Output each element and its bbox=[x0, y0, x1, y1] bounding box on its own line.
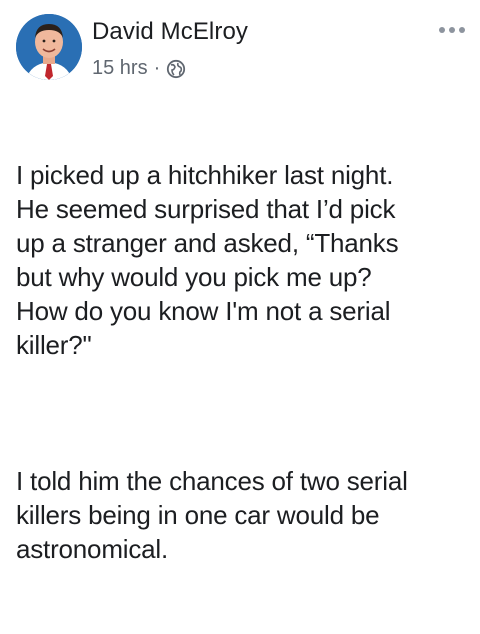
more-options-icon[interactable] bbox=[438, 22, 466, 33]
post-header: David McElroy 15 hrs · bbox=[16, 14, 470, 84]
author-name[interactable]: David McElroy bbox=[92, 18, 248, 46]
post-paragraph: I picked up a hitchhiker last night. He … bbox=[16, 160, 399, 360]
post-timestamp[interactable]: 15 hrs bbox=[92, 57, 148, 80]
post-meta: 15 hrs · bbox=[92, 57, 186, 80]
facebook-post: David McElroy 15 hrs · I picked up a hit… bbox=[0, 0, 480, 564]
profile-photo bbox=[16, 14, 82, 80]
post-body: I picked up a hitchhiker last night. He … bbox=[16, 90, 476, 634]
meta-separator: · bbox=[153, 57, 161, 79]
avatar[interactable] bbox=[16, 14, 82, 80]
post-paragraph: I told him the chances of two serial kil… bbox=[16, 466, 408, 564]
globe-icon bbox=[166, 59, 186, 79]
